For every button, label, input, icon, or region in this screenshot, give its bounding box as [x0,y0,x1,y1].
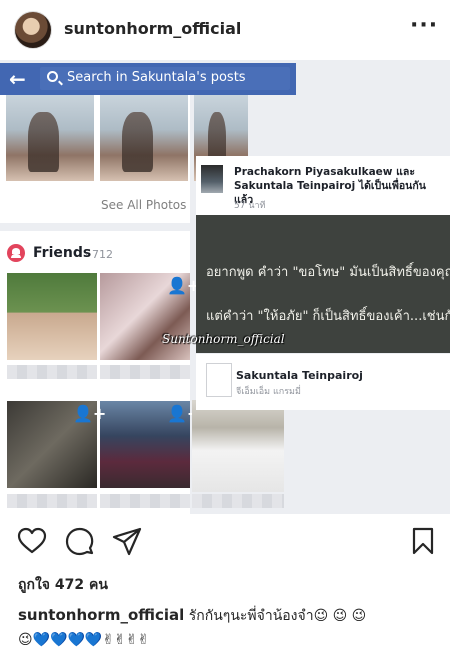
watermark-text: Suntonhorm_official [162,332,285,346]
friend-photo[interactable] [7,273,97,360]
search-placeholder: Search in Sakuntala's posts [67,70,246,85]
post-image: See All Photos ← Search in Sakuntala's p… [0,60,450,514]
notification-time: 57 นาที [234,201,266,211]
post-actions [0,524,450,560]
quote-line: แต่คำว่า "ให้อภัย" ก็เป็นสิทธิ์ของเค้า..… [206,309,450,324]
friends-icon [7,244,25,262]
shared-page-thumbnail [206,363,232,397]
see-all-photos-link[interactable]: See All Photos [101,198,186,212]
search-input[interactable]: Search in Sakuntala's posts [40,67,290,90]
shared-page-subtitle: จีเอ็มเอ็ม แกรมมี่ [236,387,301,397]
friends-count: · 712 [85,248,113,261]
likes-count[interactable]: ถูกใจ 472 คน [18,574,108,596]
facebook-search-bar: ← Search in Sakuntala's posts [0,63,296,95]
back-arrow-icon[interactable]: ← [9,67,26,91]
post-header: suntonhorm_official ··· [0,0,450,60]
comment-icon[interactable] [64,526,94,556]
avatar[interactable] [14,11,52,49]
bookmark-icon[interactable] [408,526,438,556]
search-icon [47,71,58,82]
blurred-name [192,494,284,508]
friends-title[interactable]: Friends [33,245,91,261]
shared-page-name: Sakuntala Teinpairoj [236,369,363,382]
blurred-name [100,494,190,508]
post-username[interactable]: suntonhorm_official [64,19,241,38]
send-icon[interactable] [112,526,142,556]
photo-thumbnail[interactable] [6,95,94,181]
blurred-name [100,365,190,379]
blurred-name [7,365,97,379]
post-caption: suntonhorm_official รักกันๆนะพี่จำน้องจำ… [18,603,438,652]
more-options-icon[interactable]: ··· [410,15,438,37]
caption-username[interactable]: suntonhorm_official [18,606,184,624]
blurred-name [7,494,97,508]
quote-line: อยากพูด คำว่า "ขอโทษ" มันเป็นสิทธิ์ของคุ… [206,265,450,280]
heart-icon[interactable] [17,526,47,556]
caption-emoji-line: 😉💙💙💙💙✌✌✌✌ [18,632,150,648]
friendship-notification[interactable]: Prachakorn Piyasakulkaew และ Sakuntala T… [196,156,450,216]
notification-avatar [201,165,223,193]
caption-text: รักกันๆนะพี่จำน้องจำ😉 😉 😉 [188,608,367,624]
photos-section: See All Photos [0,95,248,223]
add-friend-icon[interactable]: 👤+ [73,404,106,423]
friends-section: Friends · 712 [0,231,190,514]
notification-text: Prachakorn Piyasakulkaew และ Sakuntala T… [234,166,426,206]
friend-photo[interactable] [192,400,284,492]
shared-page-row[interactable]: Sakuntala Teinpairoj จีเอ็มเอ็ม แกรมมี่ [196,354,450,410]
photo-thumbnail[interactable] [100,95,188,181]
